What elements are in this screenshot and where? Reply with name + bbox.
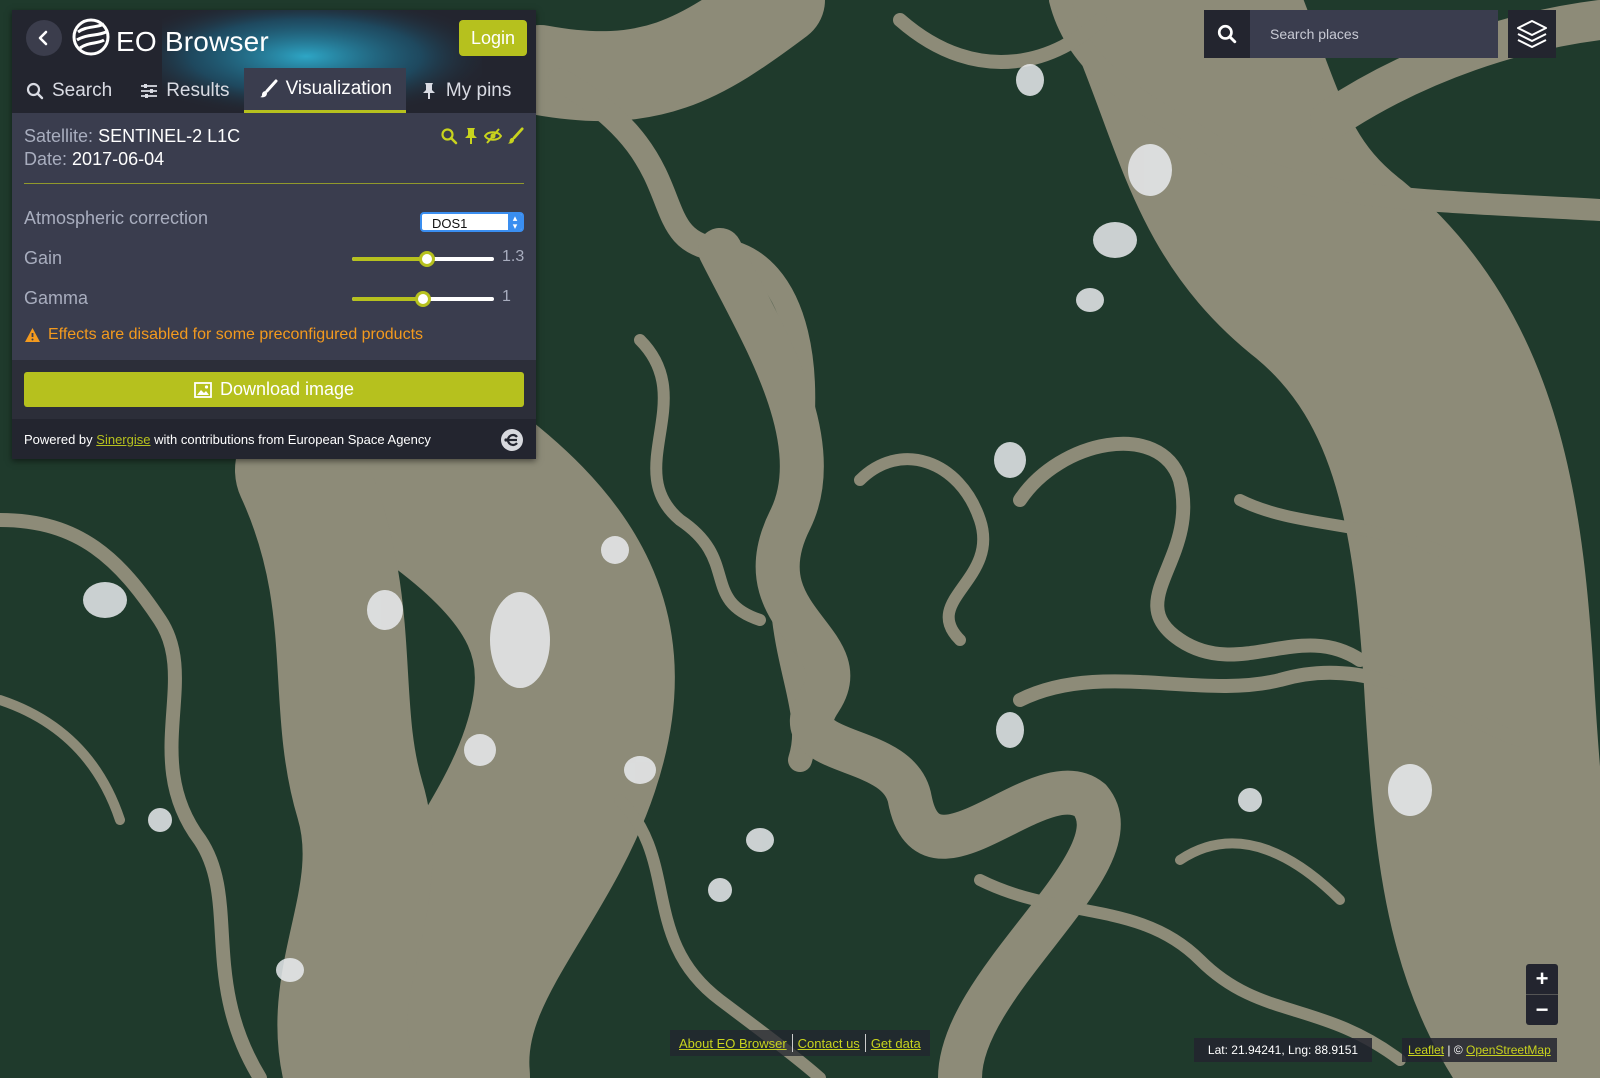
tab-results[interactable]: Results [126, 68, 243, 113]
about-eo-browser-link[interactable]: About EO Browser [674, 1036, 792, 1051]
divider [24, 183, 524, 184]
sinergise-link[interactable]: Sinergise [96, 432, 150, 447]
map-attribution: Leaflet | © OpenStreetMap [1402, 1038, 1557, 1062]
gain-slider[interactable] [352, 251, 494, 267]
select-arrows-icon: ▴ ▾ [508, 214, 522, 231]
tab-search[interactable]: Search [12, 68, 126, 113]
gain-label: Gain [24, 248, 63, 268]
get-data-link[interactable]: Get data [866, 1036, 926, 1051]
satellite-label: Satellite: [24, 126, 94, 146]
tab-my-pins-label: My pins [445, 79, 512, 101]
chevron-left-icon [38, 30, 48, 46]
atmospheric-correction-label: Atmospheric correction [24, 208, 209, 228]
date-value: 2017-06-04 [72, 149, 165, 169]
atmospheric-correction-row: Atmospheric correction DOS1 ▴ ▾ [12, 198, 536, 238]
visibility-off-icon[interactable] [483, 127, 503, 145]
gain-slider-handle[interactable] [419, 251, 436, 267]
atmospheric-correction-select[interactable]: DOS1 ▴ ▾ [420, 212, 524, 232]
satellite-value: SENTINEL-2 L1C [98, 126, 241, 146]
atmospheric-correction-value: DOS1 [432, 216, 468, 231]
footer-text: Powered by Sinergise with contributions … [24, 432, 431, 447]
gamma-row: Gamma 1 [12, 278, 536, 318]
layers-icon [1517, 20, 1547, 48]
product-actions [440, 127, 524, 145]
product-info: Satellite: SENTINEL-2 L1C Date: 2017-06-… [12, 113, 536, 183]
eo-browser-logo-icon [72, 18, 110, 56]
download-image-button[interactable]: Download image [24, 372, 524, 407]
gain-value: 1.3 [502, 248, 525, 265]
gamma-value: 1 [502, 288, 511, 305]
contact-us-link[interactable]: Contact us [793, 1036, 865, 1051]
gain-row: Gain 1.3 [12, 238, 536, 278]
warning-text: Effects are disabled for some preconfigu… [48, 326, 424, 343]
gamma-label: Gamma [24, 288, 89, 308]
tab-my-pins[interactable]: My pins [406, 68, 525, 113]
layers-button[interactable] [1508, 10, 1556, 58]
search-icon [26, 82, 44, 99]
openstreetmap-link[interactable]: OpenStreetMap [1466, 1043, 1551, 1057]
image-icon [194, 381, 212, 398]
tab-visualization[interactable]: Visualization [243, 68, 406, 113]
brush-icon[interactable] [506, 127, 524, 145]
date-label: Date: [24, 149, 68, 169]
panel-header: EO Browser Login Search Results Visualiz… [12, 10, 536, 113]
date-line: Date: 2017-06-04 [24, 148, 524, 171]
tab-visualization-label: Visualization [285, 78, 392, 99]
footer-suffix: with contributions from European Space A… [154, 432, 431, 447]
footer-prefix: Powered by [24, 432, 93, 447]
leaflet-link[interactable]: Leaflet [1408, 1043, 1444, 1057]
sliders-icon [141, 83, 158, 98]
pin-icon [422, 82, 435, 99]
zoom-control: + − [1526, 964, 1558, 1025]
gamma-slider-handle[interactable] [415, 291, 431, 307]
search-places-input[interactable] [1250, 10, 1498, 58]
back-button[interactable] [26, 20, 62, 56]
gamma-slider[interactable] [352, 291, 494, 307]
warning-icon [25, 328, 40, 342]
panel-footer: Powered by Sinergise with contributions … [12, 419, 536, 459]
cursor-coordinates: Lat: 21.94241, Lng: 88.9151 [1194, 1038, 1372, 1062]
side-panel: EO Browser Login Search Results Visualiz… [12, 10, 536, 459]
pin-icon[interactable] [462, 127, 480, 145]
gain-slider-fill [352, 257, 428, 261]
tab-bar: Search Results Visualization My pins [12, 68, 525, 113]
esa-logo-icon [501, 429, 523, 451]
zoom-in-button[interactable]: + [1526, 964, 1558, 994]
copyright-symbol: © [1453, 1043, 1463, 1057]
login-button[interactable]: Login [459, 20, 527, 56]
app-title: EO Browser [116, 26, 269, 57]
place-search [1204, 10, 1498, 58]
zoom-icon[interactable] [440, 127, 458, 145]
search-icon [1217, 24, 1237, 44]
effects-warning: Effects are disabled for some preconfigu… [12, 318, 536, 360]
brush-icon [259, 79, 278, 98]
gamma-slider-fill [352, 297, 423, 301]
attribution-separator: | [1447, 1043, 1451, 1057]
download-section: Download image [12, 360, 536, 419]
zoom-out-button[interactable]: − [1526, 994, 1558, 1025]
tab-results-label: Results [166, 79, 230, 101]
tab-search-label: Search [52, 79, 113, 101]
bottom-links: About EO Browser Contact us Get data [670, 1030, 930, 1056]
download-image-label: Download image [219, 379, 355, 399]
search-button[interactable] [1204, 10, 1250, 58]
